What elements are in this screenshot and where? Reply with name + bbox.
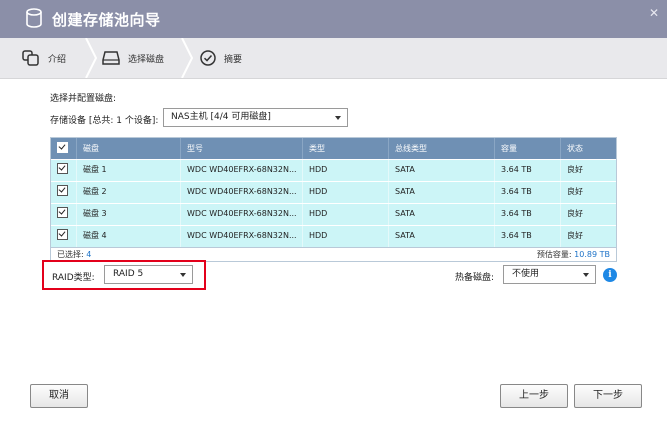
table-header: 磁盘 型号 类型 总线类型 容量 状态 (51, 138, 616, 159)
selected-label: 已选择: (57, 250, 84, 259)
step-summary[interactable]: 摘要 (200, 38, 242, 78)
step-intro[interactable]: 介绍 (22, 38, 66, 78)
cell-model: WDC WD40EFRX-68N32N... (181, 182, 303, 203)
storage-device-value: NAS主机 [4/4 可用磁盘] (171, 112, 271, 122)
select-all-checkbox[interactable] (57, 142, 68, 153)
step-intro-label: 介绍 (48, 54, 67, 65)
cell-status: 良好 (567, 209, 583, 218)
wizard-steps: 介绍 选择磁盘 摘要 (0, 38, 667, 79)
table-row[interactable]: 磁盘 3 WDC WD40EFRX-68N32N... HDD SATA 3.6… (51, 203, 616, 225)
step-select-disks[interactable]: 选择磁盘 (102, 38, 164, 78)
raid-type-value: RAID 5 (113, 269, 144, 279)
storage-device-select[interactable]: NAS主机 [4/4 可用磁盘] (163, 108, 348, 127)
cell-status: 良好 (567, 187, 583, 196)
disk-icon (102, 51, 120, 65)
step-select-disks-label: 选择磁盘 (128, 54, 165, 65)
header-bus[interactable]: 总线类型 (389, 138, 495, 159)
selected-count: 已选择: 4 (57, 249, 91, 260)
cell-bus: SATA (389, 182, 495, 203)
selected-value: 4 (86, 250, 92, 259)
cell-bus: SATA (389, 226, 495, 247)
cell-bus: SATA (389, 160, 495, 181)
hot-spare-value: 不使用 (512, 269, 540, 279)
chevron-down-icon (583, 273, 589, 277)
table-row[interactable]: 磁盘 2 WDC WD40EFRX-68N32N... HDD SATA 3.6… (51, 181, 616, 203)
close-icon[interactable]: ✕ (649, 6, 659, 20)
select-all-cell[interactable] (51, 138, 77, 159)
header-capacity[interactable]: 容量 (495, 138, 561, 159)
cell-type: HDD (303, 226, 389, 247)
step-separator (181, 38, 194, 78)
cell-status: 良好 (567, 231, 583, 240)
header-type[interactable]: 类型 (303, 138, 389, 159)
cell-status: 良好 (567, 165, 583, 174)
select-disks-heading: 选择并配置磁盘: (50, 94, 117, 104)
chevron-down-icon (180, 273, 186, 277)
raid-type-select[interactable]: RAID 5 (104, 265, 193, 284)
cell-disk: 磁盘 1 (77, 160, 181, 181)
table-row[interactable]: 磁盘 4 WDC WD40EFRX-68N32N... HDD SATA 3.6… (51, 225, 616, 247)
info-icon[interactable]: i (603, 268, 617, 282)
raid-type-label: RAID类型: (52, 273, 95, 283)
cancel-button[interactable]: 取消 (30, 384, 88, 408)
title-bar: 创建存储池向导 ✕ (0, 0, 667, 38)
database-icon (26, 8, 42, 28)
row-checkbox[interactable] (57, 229, 68, 240)
cell-type: HDD (303, 182, 389, 203)
check-circle-icon (200, 50, 216, 66)
cell-disk: 磁盘 4 (77, 226, 181, 247)
header-status[interactable]: 状态 (561, 138, 616, 159)
disk-table: 磁盘 型号 类型 总线类型 容量 状态 磁盘 1 WDC WD40EFRX-68… (50, 137, 617, 262)
cell-type: HDD (303, 160, 389, 181)
hot-spare-label: 热备磁盘: (455, 273, 495, 283)
table-footer: 已选择: 4 预估容量: 10.89 TB (51, 247, 616, 261)
storage-device-label: 存储设备 [总共: 1 个设备]: (50, 116, 159, 126)
estimated-capacity: 预估容量: 10.89 TB (537, 249, 610, 260)
cell-capacity: 3.64 TB (495, 226, 561, 247)
intro-icon (22, 50, 39, 66)
row-checkbox[interactable] (57, 185, 68, 196)
cell-model: WDC WD40EFRX-68N32N... (181, 204, 303, 225)
cell-capacity: 3.64 TB (495, 204, 561, 225)
capacity-label: 预估容量: (536, 250, 572, 259)
step-summary-label: 摘要 (224, 54, 243, 65)
capacity-value: 10.89 TB (574, 250, 610, 259)
table-row[interactable]: 磁盘 1 WDC WD40EFRX-68N32N... HDD SATA 3.6… (51, 159, 616, 181)
cell-model: WDC WD40EFRX-68N32N... (181, 226, 303, 247)
hot-spare-select[interactable]: 不使用 (503, 265, 596, 284)
cell-type: HDD (303, 204, 389, 225)
cell-disk: 磁盘 2 (77, 182, 181, 203)
next-button[interactable]: 下一步 (574, 384, 642, 408)
cell-bus: SATA (389, 204, 495, 225)
row-checkbox[interactable] (57, 163, 68, 174)
previous-button[interactable]: 上一步 (500, 384, 568, 408)
cell-disk: 磁盘 3 (77, 204, 181, 225)
cell-capacity: 3.64 TB (495, 160, 561, 181)
cell-capacity: 3.64 TB (495, 182, 561, 203)
header-disk[interactable]: 磁盘 (77, 138, 181, 159)
cell-model: WDC WD40EFRX-68N32N... (181, 160, 303, 181)
chevron-down-icon (335, 116, 341, 120)
header-model[interactable]: 型号 (181, 138, 303, 159)
step-separator (85, 38, 98, 78)
row-checkbox[interactable] (57, 207, 68, 218)
window-title: 创建存储池向导 (52, 11, 161, 29)
